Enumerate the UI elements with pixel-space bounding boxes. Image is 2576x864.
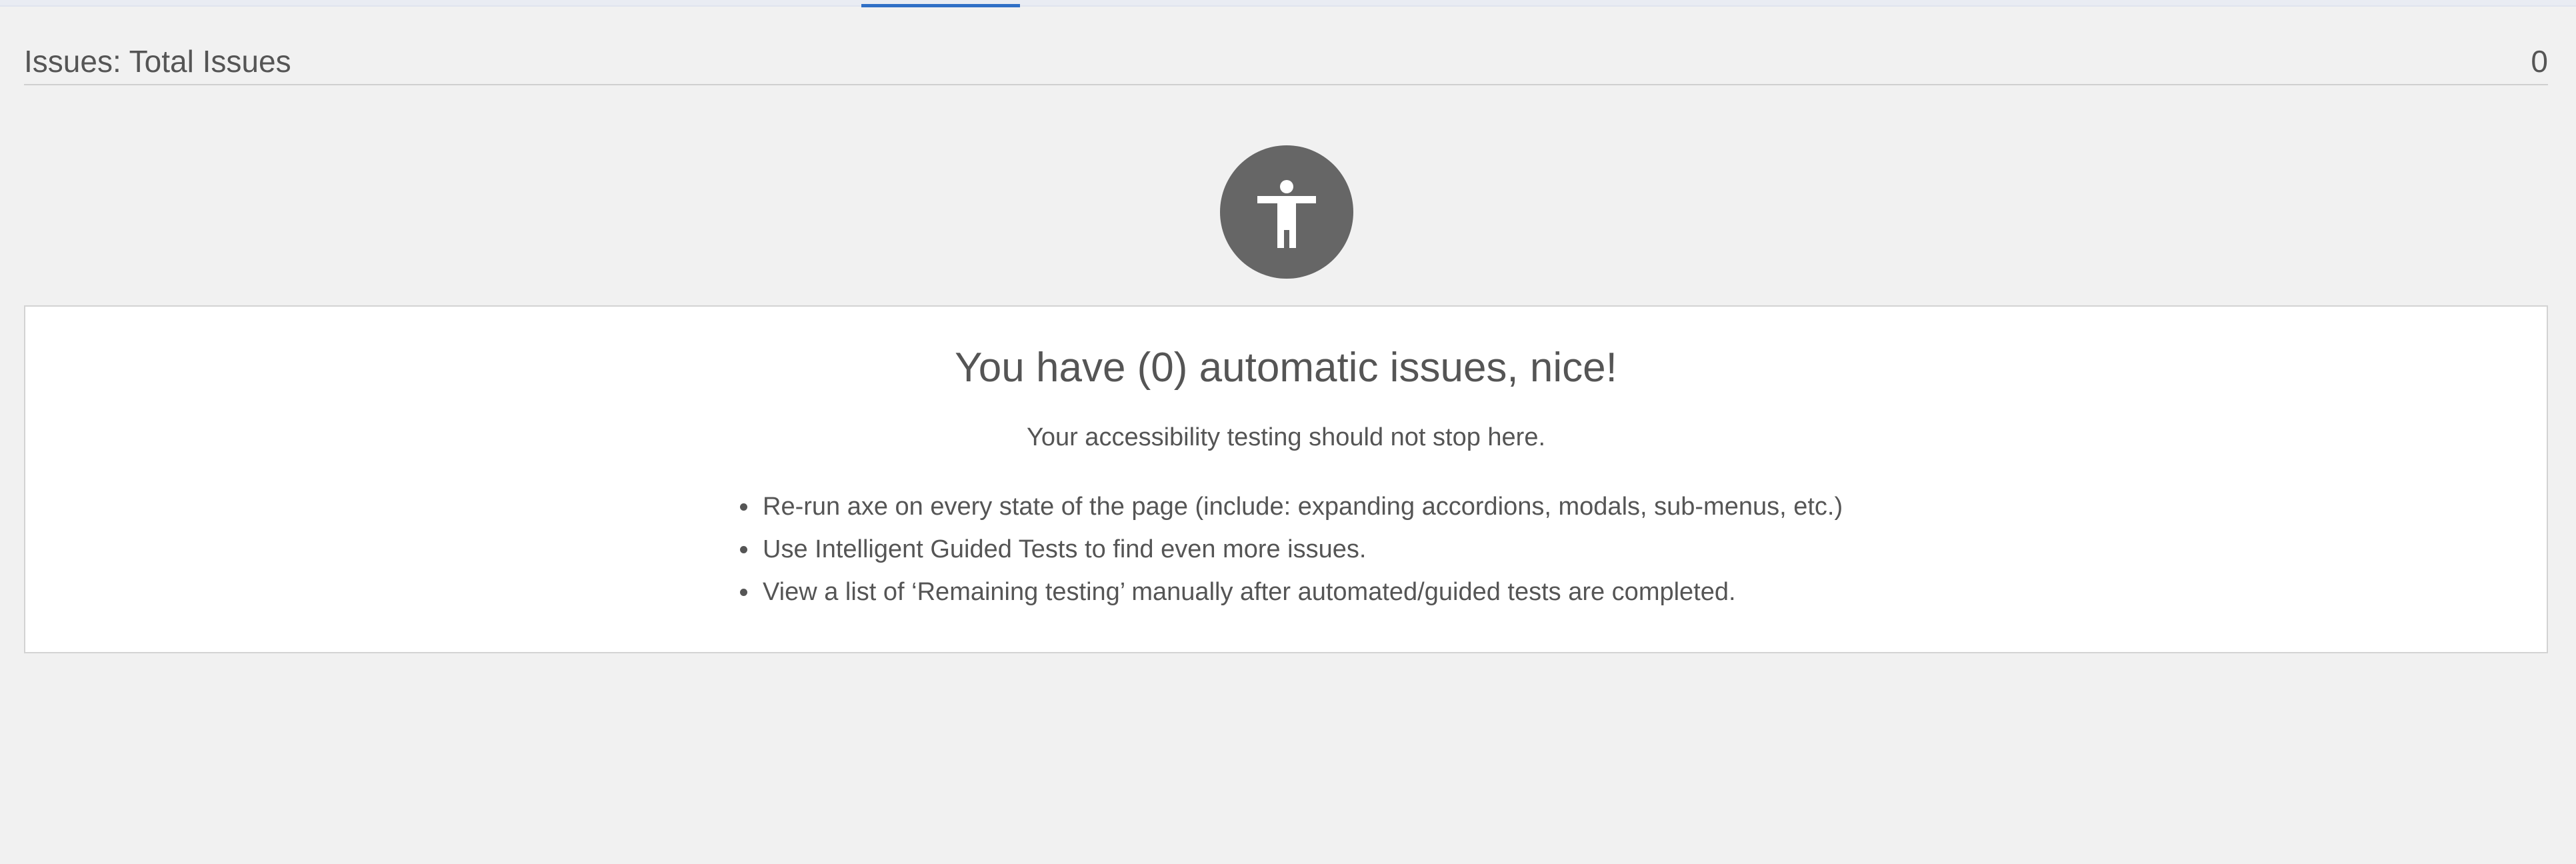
top-tab-strip — [0, 0, 2576, 7]
tip-item: Re-run axe on every state of the page (i… — [740, 485, 1843, 528]
bullet-icon — [740, 589, 747, 596]
tip-item: View a list of ‘Remaining testing’ manua… — [740, 571, 1843, 613]
summary-subtext: Your accessibility testing should not st… — [1026, 423, 1546, 451]
tip-text: Use Intelligent Guided Tests to find eve… — [763, 535, 1367, 563]
tips-list: Re-run axe on every state of the page (i… — [740, 485, 1843, 613]
bullet-icon — [740, 503, 747, 511]
active-tab-indicator — [861, 4, 1020, 7]
summary-heading: You have (0) automatic issues, nice! — [955, 345, 1617, 391]
summary-card: You have (0) automatic issues, nice! You… — [24, 305, 2548, 653]
tip-text: Re-run axe on every state of the page (i… — [763, 493, 1843, 521]
issues-title: Issues: Total Issues — [24, 44, 291, 79]
tip-item: Use Intelligent Guided Tests to find eve… — [740, 528, 1843, 571]
issues-count: 0 — [2531, 44, 2548, 79]
tip-text: View a list of ‘Remaining testing’ manua… — [763, 578, 1736, 606]
issues-header: Issues: Total Issues 0 — [24, 37, 2548, 85]
accessibility-icon — [1220, 145, 1353, 279]
bullet-icon — [740, 546, 747, 553]
